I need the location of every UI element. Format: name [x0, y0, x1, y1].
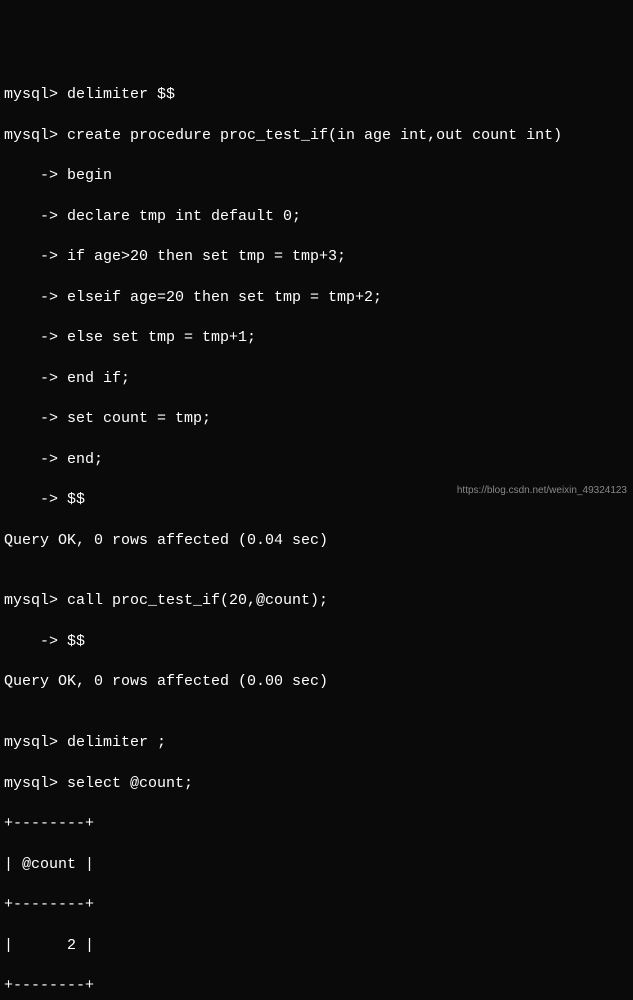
- terminal-line: Query OK, 0 rows affected (0.04 sec): [4, 531, 629, 551]
- terminal-line: -> set count = tmp;: [4, 409, 629, 429]
- terminal-line: | @count |: [4, 855, 629, 875]
- terminal-line: -> end if;: [4, 369, 629, 389]
- terminal-line: -> else set tmp = tmp+1;: [4, 328, 629, 348]
- terminal-line: -> $$: [4, 632, 629, 652]
- terminal-line: -> elseif age=20 then set tmp = tmp+2;: [4, 288, 629, 308]
- terminal-line: | 2 |: [4, 936, 629, 956]
- terminal-line: -> declare tmp int default 0;: [4, 207, 629, 227]
- terminal-line: -> if age>20 then set tmp = tmp+3;: [4, 247, 629, 267]
- terminal-line: mysql> create procedure proc_test_if(in …: [4, 126, 629, 146]
- terminal-line: mysql> select @count;: [4, 774, 629, 794]
- terminal-line: mysql> delimiter ;: [4, 733, 629, 753]
- terminal-line: -> begin: [4, 166, 629, 186]
- terminal-line: -> end;: [4, 450, 629, 470]
- terminal-line: +--------+: [4, 976, 629, 996]
- terminal-line: +--------+: [4, 814, 629, 834]
- watermark-text: https://blog.csdn.net/weixin_49324123: [457, 484, 627, 498]
- terminal-line: mysql> delimiter $$: [4, 85, 629, 105]
- terminal-line: +--------+: [4, 895, 629, 915]
- terminal-line: mysql> call proc_test_if(20,@count);: [4, 591, 629, 611]
- terminal-line: Query OK, 0 rows affected (0.00 sec): [4, 672, 629, 692]
